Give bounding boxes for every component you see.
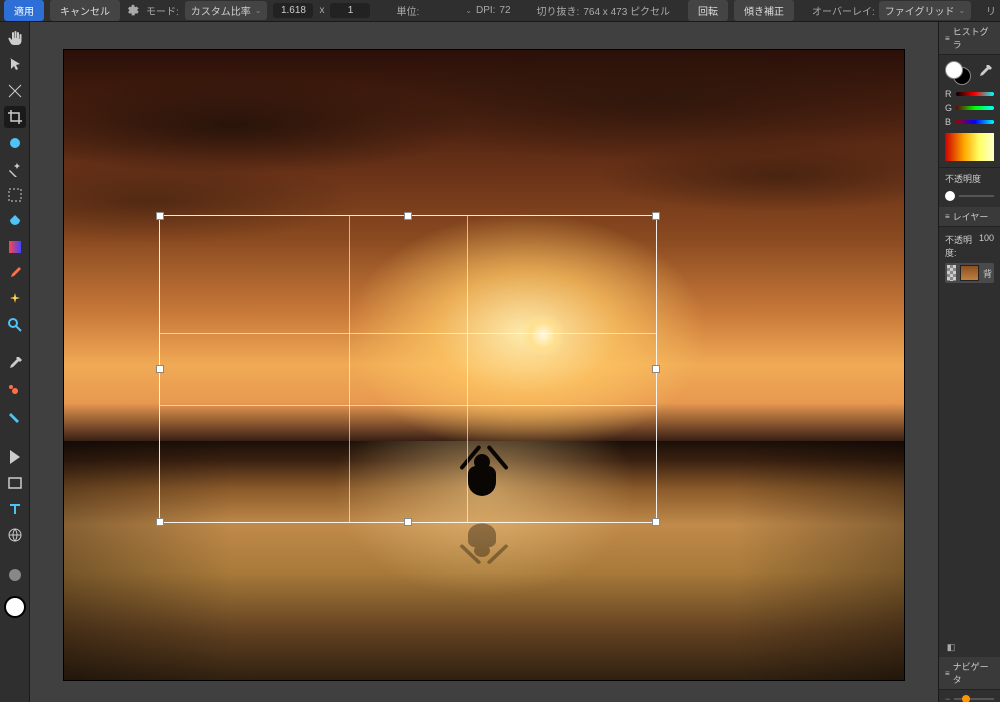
- flood-tool-icon[interactable]: [4, 210, 26, 232]
- foreground-swatch[interactable]: [4, 596, 26, 618]
- sparkle-tool-icon[interactable]: [4, 288, 26, 310]
- cancel-button[interactable]: キャンセル: [50, 0, 120, 21]
- crop-handle[interactable]: [404, 518, 412, 526]
- crop-handle[interactable]: [156, 212, 164, 220]
- crop-tool-icon[interactable]: [4, 106, 26, 128]
- crop-handle[interactable]: [652, 212, 660, 220]
- overlay-label: オーバーレイ:: [812, 3, 875, 18]
- crop-handle[interactable]: [156, 365, 164, 373]
- panel-options-icon[interactable]: ◧: [945, 641, 957, 653]
- gradient-tool-icon[interactable]: [4, 236, 26, 258]
- left-toolbar: [0, 22, 30, 702]
- layers-panel: 不透明度: 100 背: [939, 227, 1000, 287]
- move-tool-icon[interactable]: [4, 80, 26, 102]
- layer-opacity-label: 不透明度:: [945, 233, 979, 259]
- crop-handle[interactable]: [404, 212, 412, 220]
- navigator-panel-header[interactable]: ≡ナビゲータ: [939, 657, 1000, 690]
- hand-tool-icon[interactable]: [4, 28, 26, 50]
- eyedropper-icon[interactable]: [977, 65, 993, 81]
- phi-gridline: [467, 216, 468, 522]
- marquee-tool-icon[interactable]: [4, 184, 26, 206]
- canvas-area: [30, 22, 938, 702]
- red-slider[interactable]: R: [945, 89, 994, 99]
- chevron-down-icon: ⌄: [959, 6, 966, 15]
- rotate-button[interactable]: 回転: [688, 0, 728, 21]
- blue-slider[interactable]: B: [945, 117, 994, 127]
- ratio-width-input[interactable]: 1.618: [273, 3, 313, 18]
- color-tool-icon[interactable]: [4, 132, 26, 154]
- text-tool-icon[interactable]: [4, 498, 26, 520]
- layer-thumbnail: [960, 265, 979, 281]
- top-toolbar: 適用 キャンセル モード: カスタム比率 ⌄ 1.618 x 1 単位: ⌄ D…: [0, 0, 1000, 22]
- zoom-out-icon[interactable]: −: [945, 694, 950, 702]
- wand-tool-icon[interactable]: [4, 158, 26, 180]
- heal-tool-icon[interactable]: [4, 380, 26, 402]
- blend-tool-icon[interactable]: [4, 406, 26, 428]
- layer-name: 背: [983, 267, 992, 280]
- crop-size-label: 切り抜き:: [537, 3, 580, 18]
- zoom-tool-icon[interactable]: [4, 314, 26, 336]
- straighten-button[interactable]: 傾き補正: [734, 0, 794, 21]
- chevron-down-icon: ⌄: [255, 6, 262, 15]
- right-panel: ≡ヒストグラ R G B 不透明度: [938, 22, 1000, 702]
- color-opacity[interactable]: 不透明度: [939, 167, 1000, 189]
- unit-label: 単位:: [396, 3, 419, 18]
- crop-size-value: 764 x 473 ピクセル: [583, 3, 670, 18]
- green-slider[interactable]: G: [945, 103, 994, 113]
- dpi-value: 72: [499, 5, 510, 16]
- ratio-x: x: [319, 5, 324, 16]
- gear-icon[interactable]: [126, 4, 140, 18]
- color-panel: R G B: [939, 55, 1000, 167]
- mode-label: モード:: [146, 3, 179, 18]
- histogram-panel-header[interactable]: ≡ヒストグラ: [939, 22, 1000, 55]
- overlay-select[interactable]: ファイグリッド ⌄: [879, 1, 972, 20]
- phi-gridline: [160, 405, 656, 406]
- layer-mask-icon: [947, 265, 956, 281]
- brush-tool-icon[interactable]: [4, 262, 26, 284]
- phi-gridline: [349, 216, 350, 522]
- gradient-preview[interactable]: [945, 133, 994, 161]
- dpi-chevron-icon: ⌄: [465, 6, 472, 15]
- rect-tool-icon[interactable]: [4, 472, 26, 494]
- reset-button[interactable]: リ: [986, 3, 996, 18]
- layers-panel-header[interactable]: ≡レイヤー: [939, 207, 1000, 227]
- crop-handle[interactable]: [652, 518, 660, 526]
- vector-tool-icon[interactable]: [4, 446, 26, 468]
- layer-item[interactable]: 背: [945, 263, 994, 283]
- crop-handle[interactable]: [652, 365, 660, 373]
- crop-handle[interactable]: [156, 518, 164, 526]
- ratio-height-input[interactable]: 1: [330, 3, 370, 18]
- apply-button[interactable]: 適用: [4, 0, 44, 21]
- crop-overlay[interactable]: [159, 215, 657, 523]
- swatch-pair[interactable]: [945, 61, 971, 85]
- eyedrop-tool-icon[interactable]: [4, 354, 26, 376]
- phi-gridline: [160, 333, 656, 334]
- zoom-slider[interactable]: [962, 695, 970, 702]
- mesh-tool-icon[interactable]: [4, 524, 26, 546]
- quickmask-icon[interactable]: [4, 564, 26, 586]
- dpi-label: DPI:: [476, 5, 495, 16]
- layer-opacity-value: 100: [979, 233, 994, 259]
- mode-value: カスタム比率: [191, 3, 251, 18]
- overlay-value: ファイグリッド: [885, 3, 955, 18]
- opacity-slider[interactable]: [945, 191, 955, 201]
- pointer-tool-icon[interactable]: [4, 54, 26, 76]
- image-content: [454, 517, 514, 573]
- image-canvas[interactable]: [64, 50, 904, 680]
- mode-select[interactable]: カスタム比率 ⌄: [185, 1, 268, 20]
